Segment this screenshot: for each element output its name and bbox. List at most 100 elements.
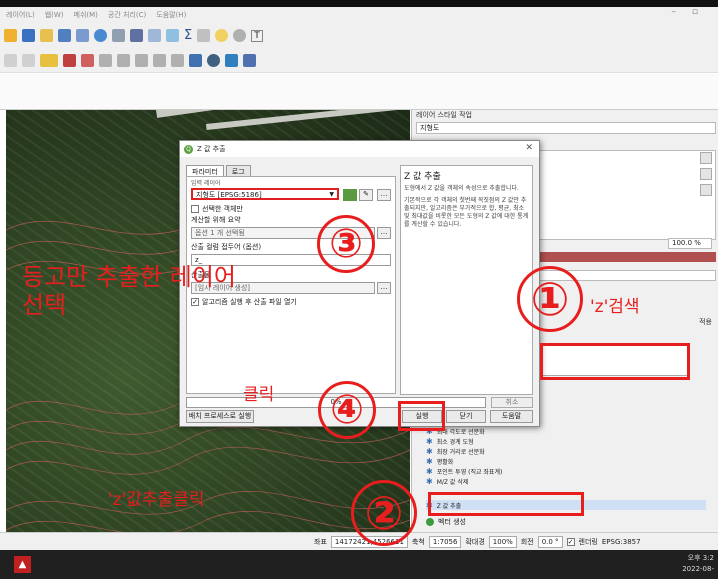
- settings-icon[interactable]: [233, 29, 247, 42]
- help-panel: Z 값 추출 도형에서 Z 값을 객체의 속성으로 추출합니다. 기본적으로 각…: [400, 165, 533, 395]
- database-icon[interactable]: [189, 53, 202, 67]
- tree-item[interactable]: ✱ 최소 경계 도형: [426, 436, 706, 446]
- diagram-icon[interactable]: [171, 53, 184, 67]
- plugin-icon[interactable]: [207, 53, 220, 67]
- wrench-icon[interactable]: ✎: [359, 189, 373, 201]
- open-project-icon[interactable]: [4, 29, 17, 42]
- highlight-label-icon[interactable]: [81, 53, 94, 67]
- help-title: Z 값 추출: [404, 172, 441, 182]
- magnifier-field[interactable]: 100%: [488, 535, 517, 548]
- measure-icon[interactable]: [197, 29, 211, 42]
- gear-icon: ✱: [426, 446, 433, 456]
- browse-button[interactable]: …: [377, 189, 391, 201]
- close-icon[interactable]: ✕: [525, 143, 533, 153]
- rotation-field[interactable]: 0.0 °: [537, 535, 563, 548]
- symbol-side-buttons: [700, 152, 712, 196]
- label-tool-icon[interactable]: [40, 53, 58, 67]
- step2-circle: ②: [351, 480, 417, 546]
- menu-processing[interactable]: 공간 처리(C): [108, 10, 146, 20]
- add-symbol-button[interactable]: [700, 152, 712, 164]
- identify-icon[interactable]: [112, 29, 125, 42]
- undo-icon[interactable]: [4, 53, 17, 67]
- rotation-label: 회전: [520, 537, 534, 546]
- help-icon[interactable]: [243, 53, 256, 67]
- dialog-title: Z 값 추출: [197, 145, 226, 153]
- duplicate-symbol-button[interactable]: [700, 184, 712, 196]
- chevron-down-icon: ▼: [329, 191, 334, 198]
- toolbar-edit: [0, 48, 718, 73]
- styled-layer-combo[interactable]: 지형도: [416, 122, 716, 134]
- apply-button[interactable]: 적용: [699, 317, 712, 327]
- help-text-2: 기본적으로 각 객체의 첫번째 꼭짓점의 Z 값만 추출되지만, 알고리즘은 부…: [404, 197, 529, 228]
- text-annotation-icon[interactable]: T: [251, 29, 263, 42]
- group-icon: [426, 518, 434, 526]
- move-label-icon[interactable]: [117, 53, 130, 67]
- magnifier-label: 확대경: [465, 537, 485, 546]
- output-browse-button[interactable]: …: [377, 282, 391, 294]
- input-layer-label: 입력 레이어: [191, 180, 221, 187]
- window-controls: – ▫: [671, 7, 698, 17]
- coord-label: 좌표: [314, 537, 327, 546]
- render-label: 렌더링: [578, 537, 598, 546]
- minimize-button[interactable]: –: [671, 7, 676, 17]
- save-project-icon[interactable]: [22, 29, 35, 42]
- menu-layer[interactable]: 레이어(L): [6, 10, 35, 20]
- close-button[interactable]: 닫기: [446, 410, 486, 423]
- python-console-icon[interactable]: [225, 53, 238, 67]
- sum-icon[interactable]: Σ: [184, 28, 192, 43]
- toolbar-empty-area: [0, 74, 718, 110]
- layout-manager-icon[interactable]: [76, 29, 89, 42]
- step3-circle: ③: [317, 215, 375, 273]
- step4-text: 클릭: [243, 385, 275, 405]
- step2-text: 'z'값추출클릭: [108, 490, 205, 510]
- map-tips-icon[interactable]: [215, 29, 229, 42]
- tree-item[interactable]: ✱ M/Z 값 삭제: [426, 476, 706, 486]
- remove-symbol-button[interactable]: [700, 168, 712, 180]
- input-layer-combo[interactable]: 지형도 [EPSG:5186] ▼: [191, 188, 339, 200]
- print-layout-icon[interactable]: [58, 29, 71, 42]
- change-label-icon[interactable]: [153, 53, 166, 67]
- batch-process-button[interactable]: 배치 프로세스로 실행 ...: [186, 410, 254, 431]
- opacity-field[interactable]: 100.0 %: [668, 238, 712, 249]
- step1-highlight-box: [540, 343, 690, 380]
- render-checkbox[interactable]: ✓: [566, 537, 575, 546]
- tree-item[interactable]: ✱ 최대 각도로 선분화: [426, 426, 706, 436]
- show-label-icon[interactable]: [99, 53, 112, 67]
- scale-field[interactable]: 1:7056: [428, 535, 462, 548]
- os-taskbar: ▲ 오후 3:2 2022-08-: [0, 550, 718, 579]
- vector-generation-group[interactable]: 벡터 생성: [426, 517, 466, 527]
- window-top-edge: [0, 0, 718, 7]
- menubar: 레이어(L) 웹(W) 메쉬(M) 공간 처리(C) 도움말(H): [0, 7, 718, 23]
- summaries-browse-button[interactable]: …: [377, 227, 391, 239]
- redo-icon[interactable]: [22, 53, 35, 67]
- step1-circle: ①: [517, 266, 583, 332]
- selected-only-option[interactable]: 선택한 객체만: [191, 204, 243, 214]
- gear-icon: ✱: [426, 436, 433, 446]
- tree-item[interactable]: ✱ 평활화: [426, 456, 706, 466]
- system-clock: 오후 3:2 2022-08-: [682, 554, 714, 573]
- pin-label-icon[interactable]: [63, 53, 76, 67]
- statistics-icon[interactable]: [148, 29, 161, 42]
- app-taskbar-icon[interactable]: ▲: [14, 556, 31, 573]
- maximize-button[interactable]: ▫: [692, 7, 698, 17]
- refresh-icon[interactable]: [94, 29, 107, 42]
- toolbar-main: Σ T: [0, 23, 718, 48]
- crs-button[interactable]: EPSG:3857: [602, 538, 641, 546]
- processing-toolbox-icon[interactable]: [166, 29, 179, 42]
- menu-mesh[interactable]: 메쉬(M): [74, 10, 98, 20]
- iterate-icon[interactable]: [343, 189, 357, 201]
- new-project-icon[interactable]: [40, 29, 53, 42]
- step4-highlight-box: [398, 401, 445, 431]
- cancel-button[interactable]: 취소: [491, 397, 533, 408]
- attribute-table-icon[interactable]: [130, 29, 143, 42]
- menu-help[interactable]: 도움말(H): [156, 10, 186, 20]
- step3-text: 등고만 추출한 레이어 선택: [22, 263, 236, 319]
- help-button[interactable]: 도움말: [490, 410, 533, 423]
- rotate-label-icon[interactable]: [135, 53, 148, 67]
- dialog-titlebar: Q Z 값 추출 ✕: [180, 141, 539, 157]
- selected-only-checkbox[interactable]: [191, 205, 199, 213]
- tree-item[interactable]: ✱ 최장 거리로 선분화: [426, 446, 706, 456]
- tree-item[interactable]: ✱ 포인트 투영 (직교 좌표계): [426, 466, 706, 476]
- menu-web[interactable]: 웹(W): [45, 10, 64, 20]
- column-prefix-label: 산출 컬럼 접두어 (옵션): [191, 243, 262, 251]
